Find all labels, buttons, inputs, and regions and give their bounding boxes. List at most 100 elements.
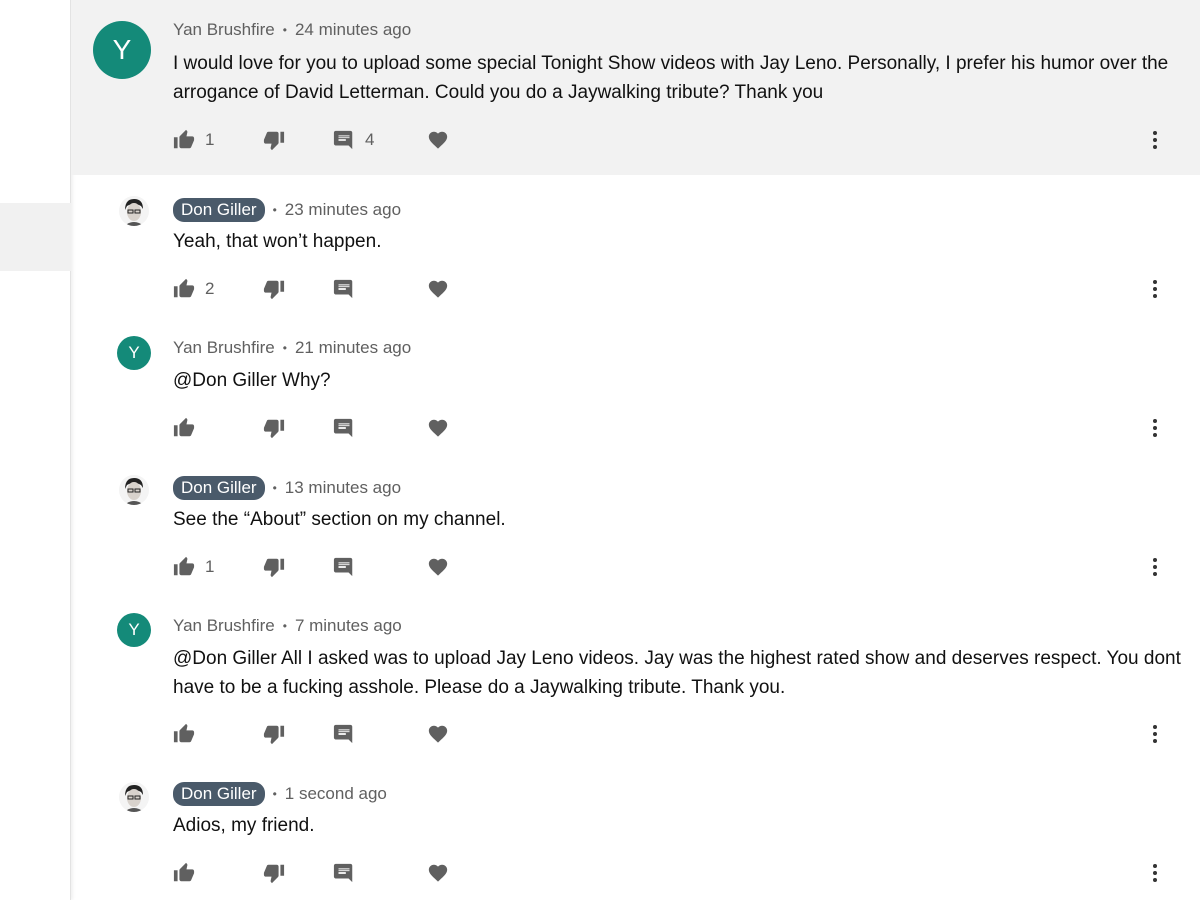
author-name-chip[interactable]: Don Giller (173, 782, 265, 806)
thumbs-down-icon (263, 864, 285, 884)
author-name[interactable]: Yan Brushfire (173, 20, 275, 40)
heart-icon (428, 131, 448, 149)
reply-button[interactable] (333, 413, 355, 443)
like-count: 1 (205, 557, 215, 576)
comment-meta: Don Giller • 1 second ago (173, 782, 387, 806)
dislike-button[interactable] (263, 552, 285, 582)
dislike-button[interactable] (263, 125, 285, 155)
thumbs-down-icon (263, 558, 285, 578)
more-vert-icon (1153, 280, 1157, 298)
comment: Y Yan Brushfire • 21 minutes ago @Don Gi… (71, 315, 1200, 454)
comment-text: Adios, my friend. (173, 815, 315, 836)
thumbs-up-icon (173, 417, 195, 437)
like-count: 2 (205, 279, 215, 298)
left-panel-selected-item[interactable] (0, 203, 71, 271)
comment-thread: Y Yan Brushfire • 24 minutes ago I would… (71, 0, 1200, 900)
avatar-letter: Y (128, 620, 140, 639)
more-options-button[interactable] (1143, 274, 1167, 304)
avatar-photo (119, 782, 149, 812)
avatar[interactable]: Y (93, 21, 151, 79)
more-vert-icon (1153, 131, 1157, 149)
reply-button[interactable] (333, 274, 355, 304)
reply-button[interactable] (333, 552, 355, 582)
comment-icon (333, 279, 353, 299)
avatar-photo (119, 475, 149, 505)
author-name-chip[interactable]: Don Giller (173, 198, 265, 222)
comment-actions (173, 719, 1183, 749)
thumbs-up-icon (173, 556, 195, 576)
avatar[interactable] (119, 196, 149, 226)
dislike-button[interactable] (263, 719, 285, 749)
heart-icon (428, 725, 448, 743)
comment-text: I would love for you to upload some spec… (173, 53, 1169, 103)
author-name[interactable]: Yan Brushfire (173, 616, 275, 636)
heart-button[interactable] (427, 125, 449, 155)
avatar-letter: Y (128, 343, 140, 362)
comment-icon (333, 863, 353, 883)
heart-button[interactable] (427, 552, 449, 582)
like-button[interactable] (173, 858, 195, 888)
thumbs-down-icon (263, 131, 285, 151)
comment-text: @Don Giller Why? (173, 370, 331, 391)
left-panel (0, 0, 71, 900)
reply-button[interactable] (333, 858, 355, 888)
timestamp[interactable]: 21 minutes ago (295, 338, 411, 358)
reply-button[interactable]: 4 (333, 125, 374, 155)
like-button[interactable] (173, 719, 195, 749)
dislike-button[interactable] (263, 413, 285, 443)
separator-dot: • (282, 23, 287, 37)
comment-icon (333, 418, 353, 438)
comment-text: See the “About” section on my channel. (173, 509, 506, 530)
separator-dot: • (282, 341, 287, 355)
comment-actions: 2 (173, 274, 1183, 304)
dislike-button[interactable] (263, 274, 285, 304)
heart-icon (428, 558, 448, 576)
comment-icon (333, 724, 353, 744)
comment-icon (333, 130, 353, 150)
heart-button[interactable] (427, 858, 449, 888)
thumbs-up-icon (173, 862, 195, 882)
more-options-button[interactable] (1143, 125, 1167, 155)
timestamp[interactable]: 23 minutes ago (285, 200, 401, 220)
like-button[interactable]: 1 (173, 552, 214, 582)
more-options-button[interactable] (1143, 719, 1167, 749)
avatar-photo (119, 196, 149, 226)
like-button[interactable] (173, 413, 195, 443)
heart-button[interactable] (427, 719, 449, 749)
author-name-chip[interactable]: Don Giller (173, 476, 265, 500)
more-vert-icon (1153, 864, 1157, 882)
heart-icon (428, 864, 448, 882)
dislike-button[interactable] (263, 858, 285, 888)
thumbs-up-icon (173, 723, 195, 743)
thumbs-up-icon (173, 129, 195, 149)
more-options-button[interactable] (1143, 413, 1167, 443)
more-vert-icon (1153, 419, 1157, 437)
heart-button[interactable] (427, 413, 449, 443)
thumbs-down-icon (263, 280, 285, 300)
comment-actions (173, 413, 1183, 443)
like-button[interactable]: 2 (173, 274, 214, 304)
avatar[interactable] (119, 475, 149, 505)
author-name[interactable]: Yan Brushfire (173, 338, 275, 358)
more-vert-icon (1153, 558, 1157, 576)
avatar[interactable]: Y (117, 336, 151, 370)
more-vert-icon (1153, 725, 1157, 743)
separator-dot: • (282, 619, 287, 633)
comment-actions: 1 (173, 552, 1183, 582)
comment-meta: Don Giller • 23 minutes ago (173, 198, 401, 222)
reply-button[interactable] (333, 719, 355, 749)
heart-button[interactable] (427, 274, 449, 304)
like-button[interactable]: 1 (173, 125, 214, 155)
timestamp[interactable]: 1 second ago (285, 784, 387, 804)
comment-icon (333, 557, 353, 577)
timestamp[interactable]: 7 minutes ago (295, 616, 402, 636)
timestamp[interactable]: 24 minutes ago (295, 20, 411, 40)
more-options-button[interactable] (1143, 552, 1167, 582)
separator-dot: • (272, 481, 277, 495)
comment-text: @Don Giller All I asked was to upload Ja… (173, 648, 1181, 698)
timestamp[interactable]: 13 minutes ago (285, 478, 401, 498)
avatar[interactable] (119, 782, 149, 812)
avatar[interactable]: Y (117, 613, 151, 647)
more-options-button[interactable] (1143, 858, 1167, 888)
thumbs-down-icon (263, 419, 285, 439)
